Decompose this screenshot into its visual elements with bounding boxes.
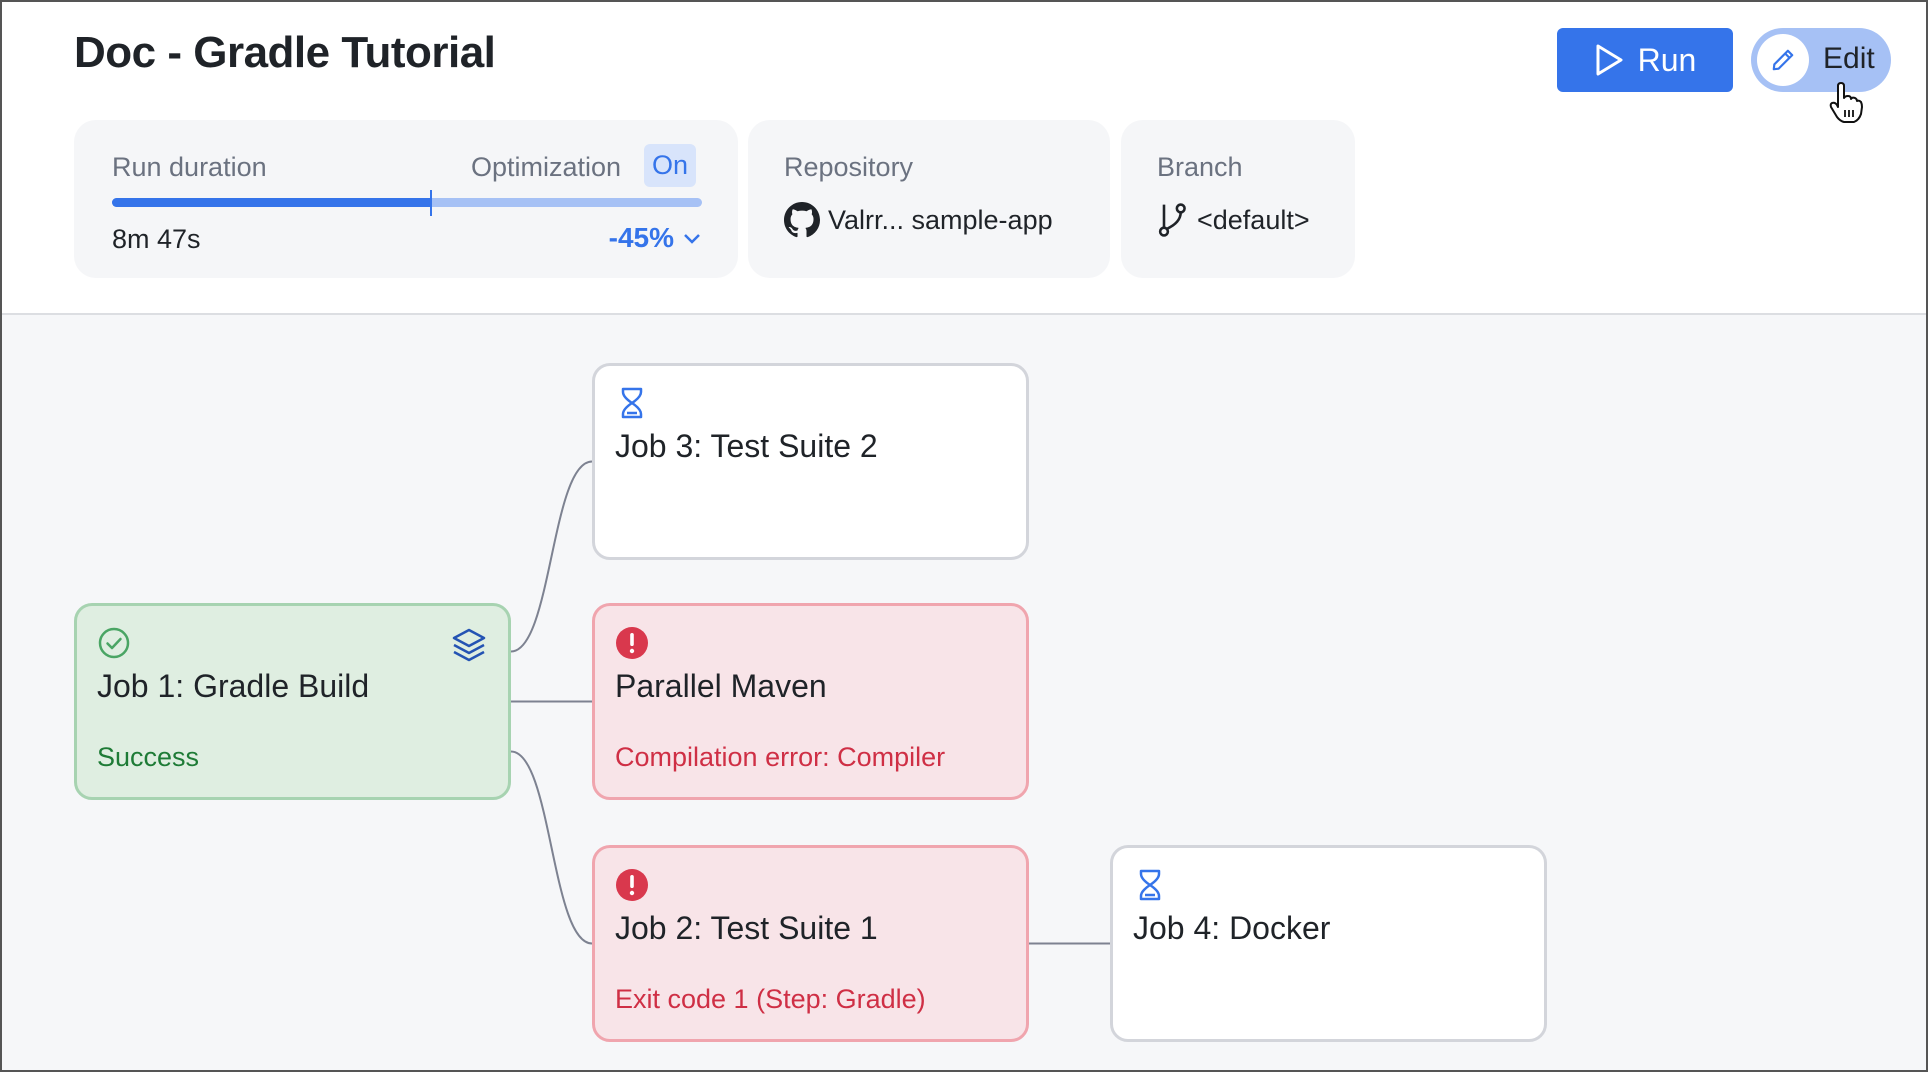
job-card-docker[interactable]: Job 4: Docker xyxy=(1110,845,1547,1042)
hourglass-icon xyxy=(1139,869,1161,901)
job-card-gradle-build[interactable]: Job 1: Gradle Build Success xyxy=(74,603,511,800)
github-icon xyxy=(784,202,820,238)
optimization-status-badge[interactable]: On xyxy=(644,144,697,187)
pencil-icon xyxy=(1772,49,1794,71)
run-duration-label: Run duration xyxy=(112,152,267,182)
progress-marker xyxy=(429,190,432,216)
job-name: Job 1: Gradle Build xyxy=(97,668,370,704)
edit-toggle-knob xyxy=(1757,34,1809,86)
pipeline-canvas: Job 1: Gradle Build Success Job 3: Test … xyxy=(2,315,1926,1070)
page-header: Doc - Gradle Tutorial Run Edit Run durat… xyxy=(2,2,1926,315)
run-duration-progress-fill xyxy=(112,198,431,207)
job-card-test-suite-2[interactable]: Job 3: Test Suite 2 xyxy=(592,363,1029,560)
connector-job1-job3 xyxy=(510,460,593,653)
hand-pointer-cursor-icon xyxy=(1829,82,1863,123)
page-title: Doc - Gradle Tutorial xyxy=(74,28,496,77)
check-circle-icon xyxy=(98,627,130,659)
repository-label: Repository xyxy=(784,152,914,182)
job-name: Job 4: Docker xyxy=(1133,910,1331,946)
hourglass-icon xyxy=(621,387,643,419)
chevron-down-icon xyxy=(684,234,700,244)
branch-label: Branch xyxy=(1157,152,1243,182)
branch-selector[interactable]: <default> xyxy=(1157,202,1310,238)
error-circle-icon xyxy=(616,627,648,659)
repository-card: Repository Valrr... sample-app xyxy=(748,120,1110,278)
job-name: Parallel Maven xyxy=(615,668,827,704)
layers-icon[interactable] xyxy=(450,626,488,664)
optimization-label: Optimization xyxy=(471,152,622,182)
run-duration-progress-bar xyxy=(112,198,702,207)
repository-link[interactable]: Valrr... sample-app xyxy=(784,202,1053,238)
run-button[interactable]: Run xyxy=(1557,28,1733,92)
branch-value: <default> xyxy=(1197,204,1310,235)
run-duration-card: Run duration Optimization On 8m 47s -45% xyxy=(74,120,738,278)
connector-job1-job2 xyxy=(510,750,593,945)
play-icon xyxy=(1596,44,1623,76)
edit-toggle-button[interactable]: Edit xyxy=(1751,28,1891,92)
job-status-message: Exit code 1 (Step: Gradle) xyxy=(615,984,926,1014)
job-card-test-suite-1[interactable]: Job 2: Test Suite 1 Exit code 1 (Step: G… xyxy=(592,845,1029,1042)
app-window: Doc - Gradle Tutorial Run Edit Run durat… xyxy=(2,2,1926,1070)
job-card-parallel-maven[interactable]: Parallel Maven Compilation error: Compil… xyxy=(592,603,1029,800)
job-status-message: Success xyxy=(97,742,200,772)
optimization-reduction-value: -45% xyxy=(608,222,674,253)
run-button-label: Run xyxy=(1637,41,1697,78)
run-duration-value: 8m 47s xyxy=(112,224,201,254)
edit-button-label: Edit xyxy=(1823,42,1875,75)
error-circle-icon xyxy=(616,869,648,901)
job-name: Job 3: Test Suite 2 xyxy=(615,428,878,464)
job-name: Job 2: Test Suite 1 xyxy=(615,910,878,946)
repository-value: Valrr... sample-app xyxy=(828,204,1053,235)
git-branch-icon xyxy=(1158,203,1186,237)
branch-card: Branch <default> xyxy=(1121,120,1355,278)
optimization-reduction-dropdown[interactable]: -45% xyxy=(609,222,702,254)
job-status-message: Compilation error: Compiler xyxy=(615,742,946,772)
